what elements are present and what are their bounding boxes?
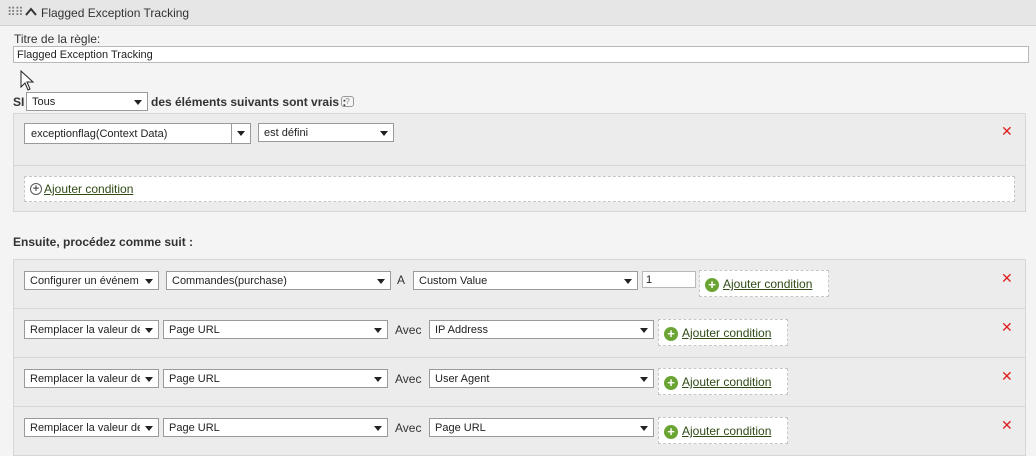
help-icon[interactable]: ? bbox=[341, 96, 354, 107]
action-type-select[interactable]: Remplacer la valeur de bbox=[24, 320, 159, 339]
action-type-select[interactable]: Remplacer la valeur de bbox=[24, 418, 159, 437]
row-divider bbox=[14, 406, 1025, 407]
add-condition-plus-icon[interactable]: + bbox=[664, 376, 678, 390]
dropdown-arrow-icon bbox=[640, 377, 648, 382]
collapse-chevron-icon[interactable] bbox=[24, 5, 38, 19]
add-condition-link[interactable]: Ajouter condition bbox=[682, 424, 771, 438]
condition-variable-select[interactable]: exceptionflag(Context Data) bbox=[24, 123, 251, 144]
panel-divider bbox=[14, 165, 1025, 166]
action-target-select[interactable]: Page URL bbox=[163, 320, 388, 339]
action-source-select[interactable]: Page URL bbox=[429, 418, 654, 437]
action-type-value: Remplacer la valeur de bbox=[30, 373, 140, 385]
condition-operator-select[interactable]: est défini bbox=[258, 123, 394, 142]
remove-action-icon[interactable]: ✕ bbox=[1001, 271, 1013, 285]
action-source-value: Custom Value bbox=[419, 275, 488, 287]
condition-suffix-label: des éléments suivants sont vrais : bbox=[151, 95, 347, 109]
action-target-select[interactable]: Commandes(purchase) bbox=[166, 271, 391, 290]
action-target-select[interactable]: Page URL bbox=[163, 418, 388, 437]
action-connector-label: Avec bbox=[395, 421, 422, 435]
add-condition-link[interactable]: Ajouter condition bbox=[44, 182, 133, 196]
dropdown-arrow-icon bbox=[134, 100, 142, 105]
action-source-value: Page URL bbox=[435, 422, 486, 434]
add-condition-plus-icon[interactable]: + bbox=[705, 278, 719, 292]
dropdown-arrow-icon bbox=[624, 279, 632, 284]
dropdown-arrow-icon bbox=[380, 131, 388, 136]
rule-header-title: Flagged Exception Tracking bbox=[41, 6, 190, 20]
add-condition-link[interactable]: Ajouter condition bbox=[682, 375, 771, 389]
remove-condition-icon[interactable]: ✕ bbox=[1001, 124, 1013, 138]
condition-operator-value: est défini bbox=[264, 127, 309, 139]
dropdown-arrow-icon bbox=[145, 377, 153, 382]
action-source-select[interactable]: User Agent bbox=[429, 369, 654, 388]
dropdown-arrow-icon bbox=[374, 426, 382, 431]
add-condition-plus-icon[interactable]: + bbox=[30, 183, 42, 195]
dropdown-arrow-icon bbox=[145, 328, 153, 333]
rule-title-label: Titre de la règle: bbox=[14, 32, 101, 46]
row-divider bbox=[14, 308, 1025, 309]
match-mode-value: Tous bbox=[32, 96, 56, 108]
action-target-value: Page URL bbox=[169, 422, 220, 434]
action-source-select[interactable]: IP Address bbox=[429, 320, 654, 339]
dropdown-arrow-icon bbox=[145, 279, 153, 284]
add-condition-plus-icon[interactable]: + bbox=[664, 327, 678, 341]
action-connector-label: A bbox=[397, 273, 406, 287]
add-condition-link[interactable]: Ajouter condition bbox=[723, 277, 812, 291]
action-connector-label: Avec bbox=[395, 323, 422, 337]
add-condition-box bbox=[24, 176, 1015, 202]
action-target-value: Page URL bbox=[169, 324, 220, 336]
action-type-select[interactable]: Configurer un événem bbox=[24, 271, 159, 290]
mouse-cursor-icon bbox=[20, 70, 35, 91]
action-target-select[interactable]: Page URL bbox=[163, 369, 388, 388]
condition-variable-value: exceptionflag(Context Data) bbox=[31, 128, 168, 140]
action-source-value: IP Address bbox=[435, 324, 488, 336]
action-type-value: Configurer un événem bbox=[30, 275, 139, 287]
remove-action-icon[interactable]: ✕ bbox=[1001, 320, 1013, 334]
dropdown-arrow-icon bbox=[374, 328, 382, 333]
rule-title-input[interactable]: Flagged Exception Tracking bbox=[13, 46, 1029, 63]
si-label: SI bbox=[13, 95, 25, 109]
match-mode-select[interactable]: Tous bbox=[26, 92, 148, 111]
dropdown-arrow-icon bbox=[640, 426, 648, 431]
remove-action-icon[interactable]: ✕ bbox=[1001, 418, 1013, 432]
action-type-select[interactable]: Remplacer la valeur de bbox=[24, 369, 159, 388]
dropdown-arrow-icon bbox=[377, 279, 385, 284]
drag-handle-icon[interactable]: ⠿⠿ bbox=[7, 6, 24, 18]
dropdown-arrow-icon bbox=[374, 377, 382, 382]
add-condition-plus-icon[interactable]: + bbox=[664, 425, 678, 439]
dropdown-arrow-icon bbox=[237, 131, 245, 136]
dropdown-arrow-icon bbox=[640, 328, 648, 333]
remove-action-icon[interactable]: ✕ bbox=[1001, 369, 1013, 383]
action-type-value: Remplacer la valeur de bbox=[30, 422, 140, 434]
dropdown-arrow-icon bbox=[145, 426, 153, 431]
select-divider bbox=[231, 124, 232, 143]
action-target-value: Commandes(purchase) bbox=[172, 275, 287, 287]
custom-value-input[interactable]: 1 bbox=[642, 271, 696, 288]
action-source-select[interactable]: Custom Value bbox=[413, 271, 638, 290]
action-type-value: Remplacer la valeur de bbox=[30, 324, 140, 336]
action-source-value: User Agent bbox=[435, 373, 490, 385]
add-condition-link[interactable]: Ajouter condition bbox=[682, 326, 771, 340]
row-divider bbox=[14, 357, 1025, 358]
action-target-value: Page URL bbox=[169, 373, 220, 385]
action-connector-label: Avec bbox=[395, 372, 422, 386]
then-label: Ensuite, procédez comme suit : bbox=[13, 235, 194, 249]
